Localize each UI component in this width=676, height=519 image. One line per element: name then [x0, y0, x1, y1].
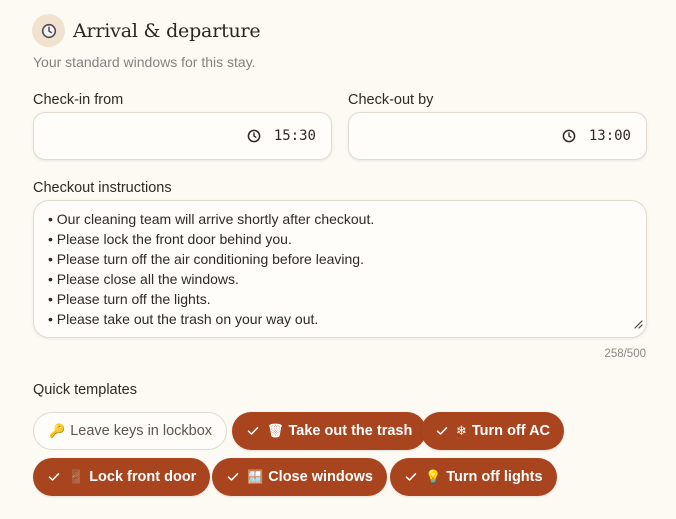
section-subtitle: Your standard windows for this stay. [33, 54, 256, 70]
chip-label: Lock front door [89, 469, 197, 485]
checkin-time-input[interactable]: 15:30 [33, 112, 332, 160]
template-chip-leave-keys[interactable]: 🔑 Leave keys in lockbox [33, 412, 228, 450]
checkout-instructions-textarea[interactable]: • Our cleaning team will arrive shortly … [33, 200, 647, 338]
instruction-line: • Please take out the trash on your way … [48, 311, 319, 327]
check-icon [405, 472, 417, 482]
checkout-time-value: 13:00 [588, 128, 631, 144]
check-icon [436, 426, 448, 436]
section-header: Arrival & departure [32, 14, 261, 47]
snowflake-icon: ❄ [456, 423, 467, 438]
window-icon: 🪟 [247, 469, 264, 484]
instruction-line: • Please close all the windows. [48, 271, 239, 287]
chip-label: Leave keys in lockbox [70, 423, 213, 439]
template-chip-lock-front-door[interactable]: 🚪 Lock front door [33, 458, 211, 496]
template-chip-turn-off-lights[interactable]: 💡 Turn off lights [390, 458, 557, 496]
chip-label: Turn off AC [471, 423, 551, 439]
key-icon: 🔑 [49, 423, 66, 438]
check-icon [48, 472, 60, 482]
instructions-label: Checkout instructions [33, 180, 172, 196]
chip-label: Close windows [268, 469, 373, 485]
lightbulb-icon: 💡 [425, 469, 442, 484]
chip-label: Take out the trash [288, 423, 413, 439]
template-chip-close-windows[interactable]: 🪟 Close windows [212, 458, 387, 496]
clock-icon [247, 129, 261, 143]
clock-icon [32, 14, 65, 47]
instruction-line: • Please turn off the lights. [48, 291, 211, 307]
section-title: Arrival & departure [73, 19, 261, 42]
clock-icon [562, 129, 576, 143]
door-icon: 🚪 [68, 469, 85, 484]
quick-templates-label: Quick templates [33, 382, 137, 398]
checkout-time-input[interactable]: 13:00 [348, 112, 647, 160]
resize-handle-icon[interactable] [633, 314, 643, 334]
instruction-line: • Please turn off the air conditioning b… [48, 251, 364, 267]
trash-icon: 🗑 [267, 423, 284, 438]
check-icon [227, 472, 239, 482]
check-icon [247, 426, 259, 436]
checkout-label: Check-out by [348, 92, 434, 108]
instruction-line: • Please lock the front door behind you. [48, 231, 292, 247]
instruction-line: • Our cleaning team will arrive shortly … [48, 211, 375, 227]
checkin-time-value: 15:30 [273, 128, 316, 144]
checkin-label: Check-in from [33, 92, 124, 108]
template-chip-take-out-trash[interactable]: 🗑 Take out the trash [232, 412, 427, 450]
template-chip-turn-off-ac[interactable]: ❄ Turn off AC [421, 412, 565, 450]
character-counter: 258/500 [604, 348, 646, 360]
chip-label: Turn off lights [446, 469, 543, 485]
